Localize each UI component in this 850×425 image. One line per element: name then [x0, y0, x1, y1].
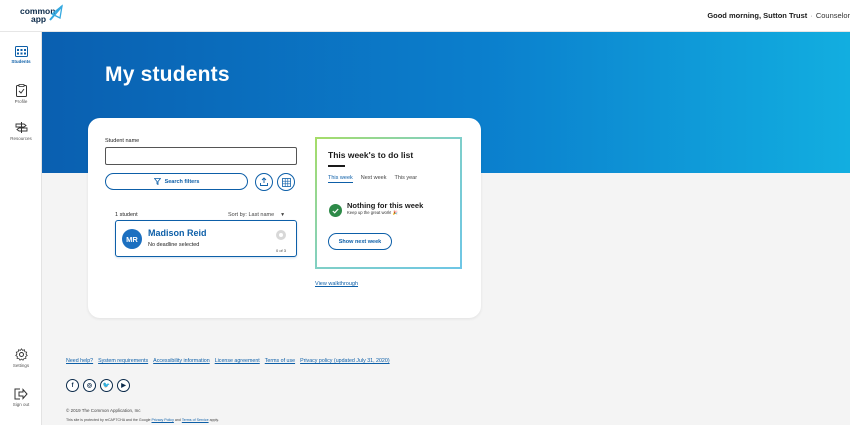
grid-view-button[interactable]: [277, 173, 295, 191]
todo-title: This week's to do list: [328, 150, 414, 160]
search-filters-button[interactable]: Search filters: [105, 173, 248, 190]
top-bar: common app Good morning, Sutton Trust · Co…: [0, 0, 850, 32]
recaptcha-text: This site is protected by reCAPTCHA and …: [66, 418, 151, 422]
tab-this-year[interactable]: This year: [394, 175, 417, 181]
footer-link-need-help[interactable]: Need help?: [66, 358, 93, 364]
nav-label-sign-out: Sign out: [12, 402, 30, 407]
export-button[interactable]: [255, 173, 273, 191]
nav-label-profile: Profile: [14, 99, 28, 104]
recaptcha-notice: This site is protected by reCAPTCHA and …: [66, 418, 219, 422]
student-name-input[interactable]: [105, 147, 297, 165]
todo-empty-subtitle: Keep up the great work! 🎉: [347, 210, 398, 215]
view-walkthrough-link[interactable]: View walkthrough: [315, 281, 358, 287]
sort-label: Sort by: Last name: [228, 212, 275, 218]
students-icon: [14, 46, 28, 57]
sign-out-icon: [14, 388, 28, 400]
left-navigation: Students Profile Resources Settings Sign…: [0, 32, 42, 425]
footer-link-terms[interactable]: Terms of use: [265, 358, 295, 364]
student-count: 1 student: [115, 212, 138, 218]
twitter-icon[interactable]: 🐦: [100, 379, 113, 392]
privacy-policy-link[interactable]: Privacy Policy: [152, 418, 174, 422]
clipboard-icon: [15, 84, 27, 97]
student-name[interactable]: Madison Reid: [148, 228, 207, 238]
show-next-week-button[interactable]: Show next week: [328, 233, 392, 250]
footer-link-privacy[interactable]: Privacy policy (updated July 31, 2020): [300, 358, 390, 364]
copyright: © 2019 The Common Application, Inc: [66, 408, 141, 413]
recaptcha-and: and: [174, 418, 181, 422]
tab-this-week[interactable]: This week: [328, 175, 353, 183]
filter-icon: [153, 178, 161, 185]
grid-icon: [281, 177, 291, 187]
facebook-icon[interactable]: f: [66, 379, 79, 392]
greeting: Good morning, Sutton Trust · Counselor: [707, 11, 850, 20]
terms-of-service-link[interactable]: Terms of Service: [182, 418, 209, 422]
greeting-separator: ·: [810, 11, 813, 20]
student-deadline-status: No deadline selected: [148, 242, 200, 248]
nav-label-settings: Settings: [12, 363, 30, 368]
progress-ring-icon: [276, 230, 286, 240]
nav-label-resources: Resources: [10, 136, 32, 141]
progress-text: 0 of 3: [275, 248, 286, 253]
export-icon: [260, 177, 268, 186]
search-filters-label: Search filters: [164, 178, 200, 185]
signpost-icon: [15, 122, 27, 133]
chevron-down-icon: ▼: [280, 212, 286, 218]
youtube-icon[interactable]: ▶: [117, 379, 130, 392]
avatar: MR: [122, 229, 142, 249]
greeting-text: Good morning, Sutton Trust: [707, 11, 808, 20]
footer-links: Need help? System requirements Accessibili…: [66, 358, 395, 364]
common-app-logo[interactable]: common app: [20, 4, 63, 30]
logo-mark-icon: [49, 4, 63, 21]
student-name-label: Student name: [105, 138, 140, 144]
social-links: f ◎ 🐦 ▶: [66, 379, 130, 392]
tab-next-week[interactable]: Next week: [361, 175, 387, 181]
user-role: Counselor: [815, 11, 850, 20]
footer-link-license[interactable]: License agreement: [215, 358, 260, 364]
check-circle-icon: [329, 204, 342, 217]
todo-tabs: This week Next week This year: [328, 175, 425, 183]
instagram-icon[interactable]: ◎: [83, 379, 96, 392]
todo-panel: This week's to do list This week Next wee…: [315, 137, 462, 269]
nav-item-resources[interactable]: Resources: [0, 121, 42, 141]
gear-icon: [14, 348, 28, 361]
student-card[interactable]: MR Madison Reid No deadline selected 0 o…: [115, 220, 297, 257]
nav-item-students[interactable]: Students: [0, 46, 42, 64]
students-card: Student name Search filters 1 student So…: [88, 118, 481, 318]
nav-item-settings[interactable]: Settings: [0, 348, 42, 368]
nav-label-students: Students: [11, 59, 31, 64]
page-title: My students: [105, 63, 230, 86]
footer-link-system-requirements[interactable]: System requirements: [98, 358, 148, 364]
footer-link-accessibility[interactable]: Accessibility information: [153, 358, 210, 364]
nav-item-sign-out[interactable]: Sign out: [0, 388, 42, 407]
application-progress: 0 of 3: [274, 228, 288, 253]
todo-empty-title: Nothing for this week: [347, 201, 424, 210]
recaptcha-apply: apply.: [209, 418, 219, 422]
sort-dropdown[interactable]: Sort by: Last name ▼: [228, 212, 285, 218]
nav-item-profile[interactable]: Profile: [0, 84, 42, 104]
todo-title-underline: [328, 165, 345, 167]
